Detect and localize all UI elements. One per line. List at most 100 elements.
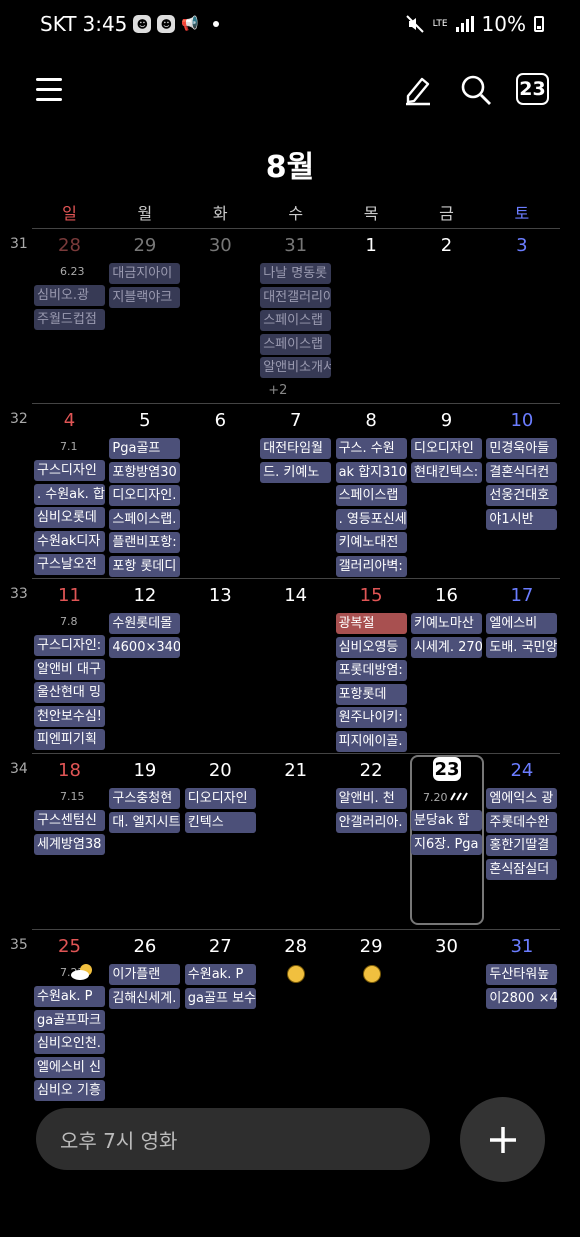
day-cell[interactable]: 18 7.15 구스센텀신 세계방염38 xyxy=(32,753,107,928)
day-cell[interactable]: 7 대전타임월 드. 키예노 xyxy=(258,403,333,578)
day-cell[interactable]: 10 민경욱아들 결혼식더컨 선웅건대호 야1시반 xyxy=(484,403,559,578)
event-chip[interactable]: 심비오인천. xyxy=(34,1033,105,1054)
event-chip[interactable]: 김해신세계. xyxy=(109,987,181,1009)
event-chip[interactable]: 원주나이키: xyxy=(335,707,407,728)
day-cell[interactable]: 14 xyxy=(258,578,333,753)
event-chip[interactable]: 수원ak. P xyxy=(184,964,256,985)
day-cell[interactable]: 22 알앤비. 천 안갤러리아. xyxy=(334,753,409,928)
event-chip[interactable]: 피엔피기획 xyxy=(34,729,105,750)
event-chip[interactable]: 스페이스랩. xyxy=(109,508,181,530)
event-chip[interactable]: 키예노마산 xyxy=(411,613,482,634)
quick-add-input[interactable]: 오후 7시 영화 xyxy=(36,1108,430,1170)
event-chip[interactable]: 대전타임월 xyxy=(260,438,332,459)
event-chip[interactable]: 스페이스랩 xyxy=(335,485,407,506)
day-cell[interactable]: 5 Pga골프 포항방염30 디오디자인. 스페이스랩. 플랜비포항: 포항 롯데디 xyxy=(107,403,182,578)
event-chip[interactable]: 구스충청현 xyxy=(109,788,181,809)
more-events-count[interactable]: +2 xyxy=(268,383,287,398)
event-chip[interactable]: 스페이스랩 xyxy=(260,333,332,355)
event-chip[interactable]: 구스날오전 xyxy=(34,554,105,575)
day-cell[interactable]: 24 엠에익스 광 주롯데수완 홍한기딸결 혼식잠실더 xyxy=(484,753,559,928)
event-chip[interactable]: 심비오영등 xyxy=(335,636,407,658)
event-chip[interactable]: 시세계. 270 xyxy=(411,636,482,658)
pen-icon[interactable] xyxy=(402,72,434,106)
day-cell[interactable]: 4 7.1 구스디자인. 수원ak. 합 심비오롯데 수원ak디자 구스날오전 xyxy=(32,403,107,578)
event-chip[interactable]: 포롯데방염: xyxy=(335,660,407,681)
day-cell[interactable]: 12 수원롯데몰 4600×340 xyxy=(107,578,182,753)
event-chip[interactable]: 포항롯데 xyxy=(335,683,407,705)
day-cell[interactable]: 31 두산타워높 이2800 ×4 xyxy=(484,929,559,1104)
event-chip[interactable]: . 수원ak. 합 xyxy=(34,483,105,505)
event-chip[interactable]: 포항방염30 xyxy=(109,461,181,483)
event-chip[interactable]: 심비오.광 xyxy=(34,285,105,306)
event-chip[interactable]: ak 합지310 xyxy=(335,461,407,483)
event-chip[interactable]: 알앤비 대구 xyxy=(34,658,105,680)
day-cell[interactable]: 9 디오디자인 현대킨텍스: xyxy=(409,403,484,578)
day-cell[interactable]: 13 xyxy=(183,578,258,753)
event-chip[interactable]: 포항 롯데디 xyxy=(109,555,181,577)
event-chip[interactable]: 두산타워높 xyxy=(486,964,558,985)
event-chip[interactable]: 야1시반 xyxy=(486,508,558,530)
menu-icon[interactable] xyxy=(36,78,62,101)
event-chip[interactable]: Pga골프 xyxy=(109,438,181,459)
event-chip[interactable]: 주월드컵점 xyxy=(34,308,105,330)
day-cell[interactable]: 28 6.23 심비오.광 주월드컵점 xyxy=(32,228,107,403)
event-chip[interactable]: 지6장. Pga xyxy=(411,833,482,855)
event-chip[interactable]: 민경욱아들 xyxy=(486,438,558,459)
day-cell[interactable]: 29 xyxy=(334,929,409,1104)
event-chip[interactable]: 4600×340 xyxy=(109,636,181,658)
event-chip[interactable]: 대. 엘지시트 xyxy=(109,811,181,833)
event-chip[interactable]: 이2800 ×4 xyxy=(486,987,558,1009)
event-chip[interactable]: 안갤러리아. xyxy=(335,811,407,833)
day-cell[interactable]: 31 나날 명동롯 대전갤러리아 스페이스랩 스페이스랩 알앤비소개서 +2 xyxy=(258,228,333,403)
event-chip[interactable]: ga골프 보수 xyxy=(184,987,256,1009)
day-cell[interactable]: 3 xyxy=(484,228,559,403)
event-chip[interactable]: 구스디자인 xyxy=(34,460,105,481)
event-chip[interactable]: 디오디자인. xyxy=(109,485,181,506)
day-cell[interactable]: 11 7.8 구스디자인: 알앤비 대구 울산현대 밍 천안보수심! 피엔피기획 xyxy=(32,578,107,753)
day-cell[interactable]: 28 xyxy=(258,929,333,1104)
day-cell[interactable]: 29 대금지아이 지블랙야크 xyxy=(107,228,182,403)
event-chip[interactable]: 나날 명동롯 xyxy=(260,263,332,284)
day-cell[interactable]: 27 수원ak. Pga골프 보수 xyxy=(183,929,258,1104)
event-chip[interactable]: 갤러리아벽: xyxy=(335,555,407,577)
event-chip[interactable]: 엠에익스 광 xyxy=(486,788,558,809)
day-cell[interactable]: 1 xyxy=(334,228,409,403)
event-chip[interactable]: 혼식잠실더 xyxy=(486,858,558,880)
event-chip[interactable]: 스페이스랩 xyxy=(260,310,332,331)
today-button[interactable]: 23 xyxy=(516,73,549,105)
event-chip[interactable]: 킨텍스 xyxy=(184,811,256,833)
event-chip[interactable]: 수원ak. P xyxy=(34,986,105,1007)
event-chip[interactable]: 알앤비소개서 xyxy=(260,357,332,378)
event-chip[interactable]: 지블랙야크 xyxy=(109,286,181,308)
event-chip[interactable]: 엘에스비 xyxy=(486,613,558,634)
event-chip[interactable]: 구스. 수원 xyxy=(335,438,407,459)
day-cell[interactable]: 30 xyxy=(409,929,484,1104)
event-chip[interactable]: 디오디자인 xyxy=(411,438,482,459)
event-chip[interactable]: ga골프파크 xyxy=(34,1009,105,1031)
event-chip[interactable]: 구스센텀신 xyxy=(34,810,105,831)
day-cell[interactable]: 6 xyxy=(183,403,258,578)
day-cell[interactable]: 17 엘에스비 도배. 국민앙 xyxy=(484,578,559,753)
day-cell[interactable]: 30 xyxy=(183,228,258,403)
event-chip[interactable]: 이가플랜 xyxy=(109,964,181,985)
event-chip[interactable]: 심비오롯데 xyxy=(34,507,105,528)
search-icon[interactable] xyxy=(460,74,492,106)
event-chip[interactable]: 키예노대전 xyxy=(335,532,407,553)
event-chip[interactable]: 대금지아이 xyxy=(109,263,181,284)
day-cell[interactable]: 20 디오디자인 킨텍스 xyxy=(183,753,258,928)
event-chip[interactable]: 수원ak디자 xyxy=(34,530,105,552)
event-chip[interactable]: 심비오 기흥 xyxy=(34,1080,105,1101)
event-chip[interactable]: 구스디자인: xyxy=(34,635,105,656)
event-chip[interactable]: 대전갤러리아 xyxy=(260,286,332,308)
day-cell[interactable]: 2 xyxy=(409,228,484,403)
event-chip[interactable]: 드. 키예노 xyxy=(260,461,332,483)
day-cell[interactable]: 257.22수원ak. Pga골프파크심비오인천.엘에스비 신심비오 기흥 xyxy=(32,929,107,1104)
event-chip[interactable]: 주롯데수완 xyxy=(486,811,558,833)
event-chip[interactable]: 선웅건대호 xyxy=(486,485,558,506)
event-chip[interactable]: 분당ak 합 xyxy=(411,810,482,831)
event-chip[interactable]: 울산현대 밍 xyxy=(34,682,105,703)
event-chip[interactable]: 피지에이골. xyxy=(335,730,407,752)
event-chip[interactable]: 천안보수심! xyxy=(34,705,105,727)
event-chip[interactable]: . 영등포신세 xyxy=(335,508,407,530)
day-cell[interactable]: 15 광복절 심비오영등 포롯데방염: 포항롯데 원주나이키: 피지에이골. xyxy=(334,578,409,753)
